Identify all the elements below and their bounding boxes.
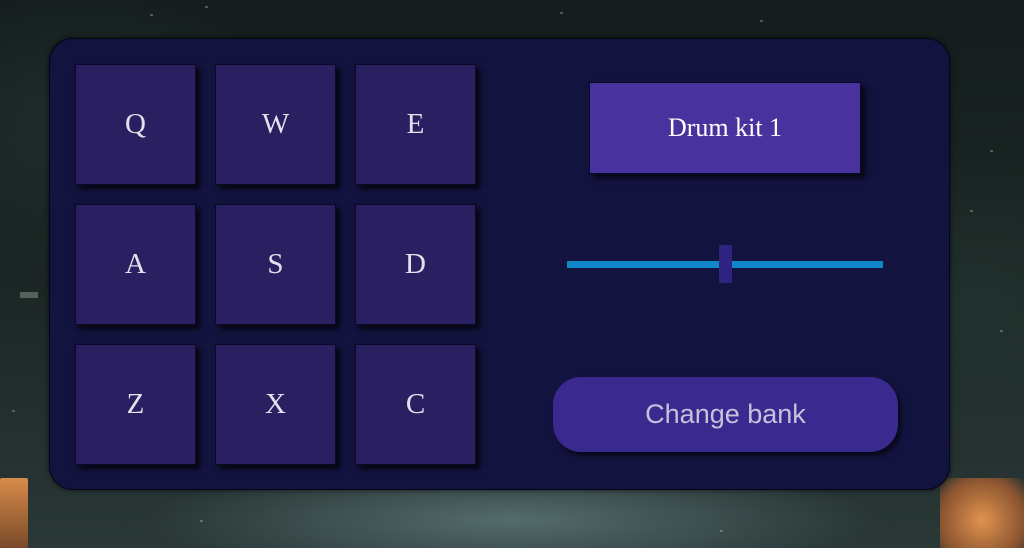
drum-pad-x[interactable]: X bbox=[215, 344, 336, 465]
background-speck bbox=[990, 150, 993, 152]
background-light-right bbox=[940, 478, 1024, 548]
drum-machine: Q W E A S D Z X C Drum kit 1 Change bank bbox=[49, 38, 950, 490]
drum-pad-e[interactable]: E bbox=[355, 64, 476, 185]
background-speck bbox=[560, 12, 563, 14]
background-speck bbox=[720, 530, 723, 532]
controls-panel: Drum kit 1 Change bank bbox=[550, 39, 951, 491]
drum-pad-c[interactable]: C bbox=[355, 344, 476, 465]
drum-pad-d[interactable]: D bbox=[355, 204, 476, 325]
drum-pad-s[interactable]: S bbox=[215, 204, 336, 325]
background-speck bbox=[1000, 330, 1003, 332]
background-speck bbox=[760, 20, 763, 22]
change-bank-button[interactable]: Change bank bbox=[553, 377, 898, 452]
volume-slider-thumb[interactable] bbox=[719, 245, 732, 283]
background-light-left bbox=[0, 478, 28, 548]
background-speck bbox=[150, 14, 153, 16]
drum-pad-grid: Q W E A S D Z X C bbox=[75, 64, 476, 465]
display-screen: Drum kit 1 bbox=[589, 82, 861, 174]
background-speck bbox=[12, 410, 15, 412]
volume-slider[interactable] bbox=[567, 244, 883, 284]
drum-pad-a[interactable]: A bbox=[75, 204, 196, 325]
background-speck bbox=[970, 210, 973, 212]
drum-pad-w[interactable]: W bbox=[215, 64, 336, 185]
background-speck bbox=[20, 292, 38, 298]
background-speck bbox=[200, 520, 203, 522]
background-speck bbox=[205, 6, 208, 8]
drum-pad-z[interactable]: Z bbox=[75, 344, 196, 465]
drum-pad-q[interactable]: Q bbox=[75, 64, 196, 185]
